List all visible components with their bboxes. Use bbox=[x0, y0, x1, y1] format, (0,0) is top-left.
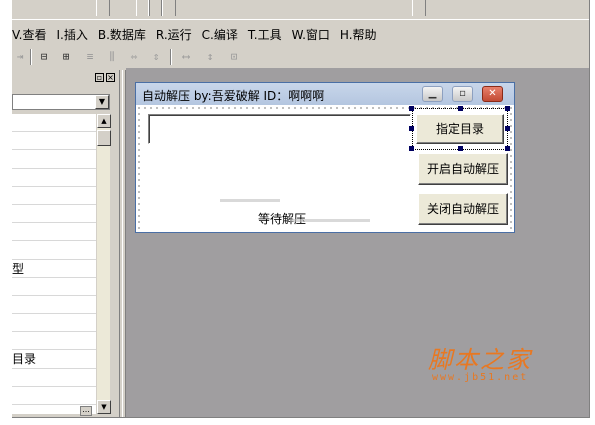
property-row[interactable] bbox=[12, 187, 96, 205]
drag-artifact bbox=[220, 199, 280, 202]
property-row[interactable] bbox=[12, 278, 96, 296]
center-vertical-icon[interactable]: ⊞ bbox=[58, 49, 74, 65]
menu-database[interactable]: B.数据库 bbox=[98, 26, 146, 43]
same-width-icon[interactable]: ⟷ bbox=[178, 49, 194, 65]
scroll-up-icon[interactable]: ▲ bbox=[97, 114, 111, 128]
object-selector-combo[interactable]: ▼ bbox=[12, 94, 110, 110]
watermark-url: www.jb51.net bbox=[432, 372, 529, 383]
selection-handle[interactable] bbox=[505, 106, 510, 111]
panel-minimize-icon[interactable]: ▫ bbox=[95, 73, 104, 82]
property-row[interactable]: 目录 bbox=[12, 350, 96, 369]
set-directory-button[interactable]: 指定目录 bbox=[416, 114, 504, 144]
property-list: 型 目录 bbox=[12, 114, 96, 414]
property-row[interactable] bbox=[12, 241, 96, 260]
same-height-icon[interactable]: ↕ bbox=[202, 49, 218, 65]
ellipsis-button[interactable]: ... bbox=[80, 406, 92, 416]
property-row[interactable] bbox=[12, 114, 96, 133]
property-row[interactable] bbox=[12, 132, 96, 151]
property-panel: ▫ × ▼ 型 目录 ▲ ▼ ... bbox=[12, 70, 120, 417]
menu-insert[interactable]: I.插入 bbox=[56, 26, 87, 43]
panel-close-icon[interactable]: × bbox=[106, 73, 115, 82]
selection-handle[interactable] bbox=[505, 126, 510, 131]
toolbar-separator bbox=[170, 49, 172, 65]
directory-input[interactable] bbox=[148, 114, 411, 144]
form-titlebar: 自动解压 by:吾爱破解 ID：啊啊啊 ▁ ▫ ✕ bbox=[136, 83, 514, 105]
close-icon[interactable]: ✕ bbox=[482, 86, 503, 102]
form-title: 自动解压 by:吾爱破解 ID：啊啊啊 bbox=[142, 89, 325, 103]
center-horizontal-icon[interactable]: ⊟ bbox=[36, 49, 52, 65]
space-horizontal-icon[interactable]: ⇿ bbox=[126, 49, 142, 65]
maximize-icon[interactable]: ▫ bbox=[452, 86, 473, 102]
align-top-icon[interactable]: ≡ bbox=[82, 49, 98, 65]
property-row[interactable] bbox=[12, 314, 96, 333]
stop-auto-unzip-button[interactable]: 关闭自动解压 bbox=[418, 193, 508, 225]
property-row[interactable] bbox=[12, 223, 96, 242]
chevron-down-icon[interactable]: ▼ bbox=[95, 95, 109, 109]
selection-handle[interactable] bbox=[458, 146, 463, 151]
space-vertical-icon[interactable]: ⇕ bbox=[148, 49, 164, 65]
toolbar-separator bbox=[96, 0, 110, 16]
menu-compile[interactable]: C.编译 bbox=[202, 26, 238, 43]
start-auto-unzip-button[interactable]: 开启自动解压 bbox=[418, 153, 508, 185]
alignment-toolbar: ⇥ ⊟ ⊞ ≡ ⫼ ⇿ ⇕ ⟷ ↕ ⊡ bbox=[12, 46, 589, 68]
watermark-logo: 脚本之家 bbox=[428, 346, 532, 374]
designed-form-window: 自动解压 by:吾爱破解 ID：啊啊啊 ▁ ▫ ✕ 等待解压 指定目录 开启自动… bbox=[135, 82, 515, 233]
scroll-thumb[interactable] bbox=[97, 130, 111, 146]
property-row[interactable] bbox=[12, 296, 96, 315]
menu-help[interactable]: H.帮助 bbox=[340, 26, 377, 43]
menu-bar: V.查看 I.插入 B.数据库 R.运行 C.编译 T.工具 W.窗口 H.帮助 bbox=[12, 24, 589, 44]
selection-handle[interactable] bbox=[409, 106, 414, 111]
menu-view[interactable]: V.查看 bbox=[12, 26, 46, 43]
panel-title-buttons: ▫ × bbox=[95, 73, 115, 82]
toolbar-button[interactable] bbox=[412, 0, 426, 16]
property-row[interactable] bbox=[12, 332, 96, 351]
align-icon[interactable]: ⇥ bbox=[12, 49, 28, 65]
toolbar-button[interactable] bbox=[162, 0, 176, 16]
property-row[interactable] bbox=[12, 387, 96, 405]
menu-run[interactable]: R.运行 bbox=[156, 26, 192, 43]
property-row[interactable] bbox=[12, 369, 96, 387]
property-row[interactable] bbox=[12, 205, 96, 224]
selection-handle[interactable] bbox=[458, 106, 463, 111]
property-row[interactable] bbox=[12, 169, 96, 187]
scroll-down-icon[interactable]: ▼ bbox=[97, 400, 111, 414]
menu-tools[interactable]: T.工具 bbox=[248, 26, 282, 43]
property-scrollbar[interactable]: ▲ ▼ bbox=[96, 114, 111, 414]
top-toolbar-strip bbox=[12, 0, 589, 20]
distribute-horizontal-icon[interactable]: ⫼ bbox=[104, 49, 120, 65]
property-row[interactable]: 型 bbox=[12, 260, 96, 278]
selection-handle[interactable] bbox=[409, 126, 414, 131]
toolbar-separator bbox=[30, 49, 32, 65]
menu-window[interactable]: W.窗口 bbox=[292, 26, 330, 43]
same-size-icon[interactable]: ⊡ bbox=[226, 49, 242, 65]
minimize-icon[interactable]: ▁ bbox=[422, 86, 443, 102]
property-row[interactable] bbox=[12, 150, 96, 169]
drag-artifact bbox=[290, 219, 370, 222]
selection-handle[interactable] bbox=[505, 146, 510, 151]
toolbar-button[interactable] bbox=[148, 0, 162, 16]
selection-handle[interactable] bbox=[409, 146, 414, 151]
